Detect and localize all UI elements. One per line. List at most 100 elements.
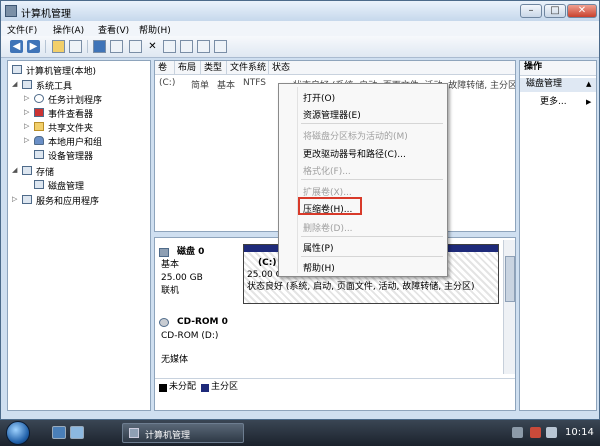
cell-type: 基本	[217, 81, 236, 91]
delete-icon[interactable]: ✕	[146, 40, 159, 53]
back-arrow-icon[interactable]: ◀	[10, 40, 23, 53]
column-header-filesystem[interactable]: 文件系统	[227, 61, 269, 75]
switch-windows-icon[interactable]	[70, 426, 84, 439]
menu-separator	[301, 256, 443, 257]
menu-view[interactable]: 查看(V)	[98, 23, 129, 36]
volume-icon[interactable]	[546, 427, 557, 438]
legend-primary-swatch	[201, 384, 209, 392]
tree-item-disk-management[interactable]: 磁盘管理	[34, 179, 144, 192]
start-button[interactable]	[6, 421, 30, 445]
collapse-arrow-icon[interactable]: ▷	[24, 122, 29, 130]
help-icon[interactable]	[93, 40, 106, 53]
menu-item-help[interactable]: 帮助(H)	[303, 261, 335, 274]
minimize-button[interactable]: –	[520, 4, 542, 18]
menu-separator	[301, 236, 443, 237]
collapse-arrow-icon[interactable]: ▷	[12, 195, 17, 203]
properties-icon[interactable]	[110, 40, 123, 53]
menu-item-properties[interactable]: 属性(P)	[303, 241, 333, 254]
menu-item-open[interactable]: 打开(O)	[303, 91, 335, 104]
shrink-highlight-box	[298, 197, 362, 215]
clock[interactable]: 10:14	[565, 427, 594, 438]
tree-item-local-users[interactable]: ▷ 本地用户和组	[24, 135, 144, 148]
scrollbar-thumb[interactable]	[505, 256, 515, 302]
tree-item-device-manager[interactable]: 设备管理器	[34, 149, 144, 162]
tree-item-label: 任务计划程序	[48, 96, 103, 106]
tools-icon	[22, 80, 32, 89]
menu-item-change-letter[interactable]: 更改驱动器号和路径(C)...	[303, 147, 406, 160]
disk-0-info[interactable]: 磁盘 0 基本 25.00 GB 联机	[159, 246, 239, 302]
menu-file[interactable]: 文件(F)	[7, 23, 37, 36]
title-bar: 计算机管理 – □ ✕	[1, 1, 599, 21]
tree-item-shared-folders[interactable]: ▷ 共享文件夹	[24, 121, 144, 134]
tree-item-label: 存储	[36, 168, 55, 178]
actions-header: 操作	[520, 61, 596, 76]
cdrom-info[interactable]: CD-ROM 0 CD-ROM (D:) 无媒体	[159, 316, 249, 368]
open-icon[interactable]	[163, 40, 176, 53]
tree-item-task-scheduler[interactable]: ▷ 任务计划程序	[24, 93, 144, 106]
expand-arrow-icon[interactable]: ◢	[12, 166, 17, 174]
column-header-layout[interactable]: 布局	[175, 61, 201, 75]
menu-item-explorer[interactable]: 资源管理器(E)	[303, 108, 361, 121]
menu-item-format[interactable]: 格式化(F)...	[303, 164, 351, 177]
menu-item-delete[interactable]: 删除卷(D)...	[303, 221, 353, 234]
menu-help[interactable]: 帮助(H)	[139, 23, 171, 36]
console-tree-icon[interactable]	[69, 40, 82, 53]
close-button[interactable]: ✕	[567, 4, 597, 18]
legend-unallocated-label: 未分配	[169, 382, 197, 392]
legend-primary-label: 主分区	[211, 382, 239, 392]
event-viewer-icon	[34, 108, 44, 117]
column-header-type[interactable]: 类型	[201, 61, 227, 75]
tree-item-services[interactable]: ▷ 服务和应用程序	[12, 194, 142, 207]
collapse-arrow-icon[interactable]: ▷	[24, 136, 29, 144]
cdrom-media: 无媒体	[161, 355, 189, 365]
refresh-icon[interactable]	[129, 40, 142, 53]
security-icon[interactable]	[530, 427, 541, 438]
export-icon[interactable]	[214, 40, 227, 53]
taskbar-button-computer-management[interactable]: 计算机管理	[122, 423, 244, 443]
disk-icon	[34, 180, 44, 189]
submenu-arrow-icon: ▶	[586, 98, 592, 106]
tree-item-label: 设备管理器	[48, 152, 94, 162]
actions-section-disk-management[interactable]: 磁盘管理 ▲	[520, 78, 596, 92]
disk-0-type: 基本	[161, 260, 180, 270]
collapse-section-icon[interactable]: ▲	[586, 78, 591, 91]
forward-arrow-icon[interactable]: ▶	[27, 40, 40, 53]
vertical-scrollbar[interactable]	[503, 240, 515, 374]
collapse-arrow-icon[interactable]: ▷	[24, 108, 29, 116]
action-more[interactable]: 更多... ▶	[540, 96, 596, 109]
expand-arrow-icon[interactable]: ◢	[12, 80, 17, 88]
window-title: 计算机管理	[21, 9, 71, 20]
services-icon	[22, 195, 32, 204]
toolbar-separator	[87, 40, 88, 53]
copy-icon[interactable]	[180, 40, 193, 53]
context-menu: 打开(O) 资源管理器(E) 将磁盘分区标为活动的(M) 更改驱动器号和路径(C…	[278, 83, 448, 277]
action-more-label: 更多...	[540, 97, 567, 107]
collapse-arrow-icon[interactable]: ▷	[24, 94, 29, 102]
network-icon[interactable]	[512, 427, 523, 438]
menu-action[interactable]: 操作(A)	[53, 23, 84, 36]
cdrom-icon	[159, 318, 169, 327]
actions-panel: 操作 磁盘管理 ▲ 更多... ▶	[519, 60, 597, 411]
menu-separator	[301, 179, 443, 180]
tree-item-label: 系统工具	[36, 82, 73, 92]
maximize-button[interactable]: □	[544, 4, 566, 18]
search-icon[interactable]	[197, 40, 210, 53]
users-icon	[34, 136, 44, 145]
actions-section-label: 磁盘管理	[526, 79, 563, 89]
tree-item-label: 共享文件夹	[48, 124, 94, 134]
folder-icon	[34, 122, 44, 131]
tree-item-storage[interactable]: ◢ 存储	[12, 165, 142, 178]
cell-volume: (C:)	[159, 78, 176, 88]
tree-item-label: 磁盘管理	[48, 182, 85, 192]
tree-item-event-viewer[interactable]: ▷ 事件查看器	[24, 107, 144, 120]
disk-0-size: 25.00 GB	[161, 273, 203, 283]
column-header-volume[interactable]: 卷	[155, 61, 175, 75]
tree-item-label: 本地用户和组	[48, 138, 103, 148]
tree-item-system-tools[interactable]: ◢ 系统工具	[12, 79, 142, 92]
show-desktop-icon[interactable]	[52, 426, 66, 439]
actions-header-label: 操作	[524, 62, 543, 72]
toolbar-separator	[45, 40, 46, 53]
up-folder-icon[interactable]	[52, 40, 65, 53]
column-header-status[interactable]: 状态	[269, 61, 515, 75]
menu-item-mark-active[interactable]: 将磁盘分区标为活动的(M)	[303, 129, 408, 142]
